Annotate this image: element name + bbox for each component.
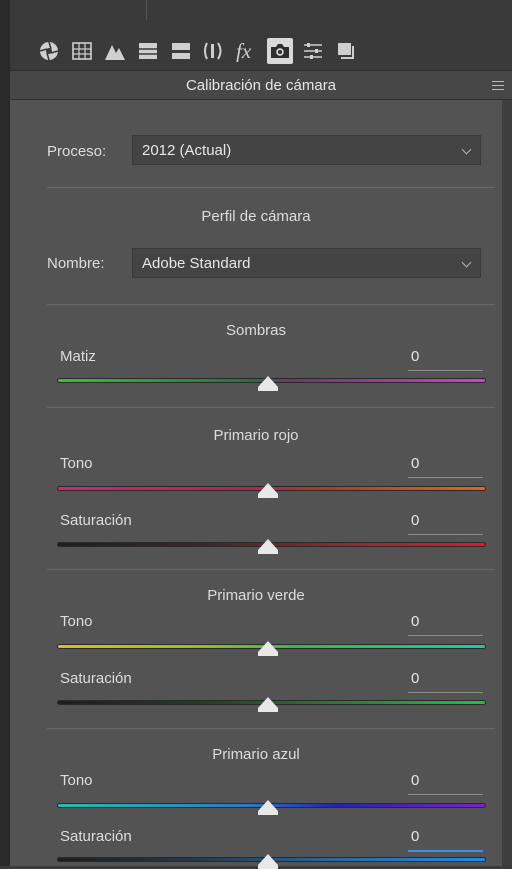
top-strip: [10, 0, 512, 32]
green-primary-title: Primario verde: [207, 587, 305, 604]
green-hue-label: Tono: [60, 613, 93, 630]
blue-hue-value[interactable]: 0: [408, 772, 483, 795]
presets-icon[interactable]: [300, 38, 326, 64]
hsl-icon[interactable]: [135, 38, 161, 64]
scrollbar[interactable]: [502, 100, 512, 866]
shadows-section-title: Sombras: [225, 322, 287, 339]
divider: [47, 304, 495, 305]
slider-thumb[interactable]: [258, 376, 278, 391]
divider: [47, 569, 495, 570]
divider: [146, 0, 147, 20]
value-text: 0: [411, 670, 420, 687]
divider: [47, 728, 495, 729]
chevron-down-icon: [461, 257, 472, 268]
blue-hue-label: Tono: [60, 772, 93, 789]
slider-thumb[interactable]: [258, 539, 278, 554]
calibration-panel: Proceso: 2012 (Actual) Perfil de cámara …: [10, 100, 502, 869]
snapshots-icon[interactable]: [333, 38, 359, 64]
slider-thumb[interactable]: [258, 800, 278, 815]
shadows-tint-value[interactable]: 0: [408, 348, 483, 371]
value-text: 0: [411, 772, 420, 789]
panel-menu-icon[interactable]: [492, 81, 504, 90]
chevron-down-icon: [461, 144, 472, 155]
profile-name-label: Nombre:: [47, 255, 105, 272]
lens-icon[interactable]: [201, 38, 227, 64]
green-hue-value[interactable]: 0: [408, 613, 483, 636]
slider-thumb[interactable]: [258, 483, 278, 498]
profile-value: Adobe Standard: [142, 255, 251, 272]
fx-icon[interactable]: fx: [234, 38, 260, 64]
green-saturation-value[interactable]: 0: [408, 670, 483, 693]
value-text: 0: [411, 455, 420, 472]
process-select[interactable]: 2012 (Actual): [132, 135, 481, 165]
profile-section-title: Perfil de cámara: [201, 208, 311, 225]
slider-thumb[interactable]: [258, 697, 278, 712]
camera-calibration-window: fx Calibración de cámara Proceso: 2012 (…: [0, 0, 512, 869]
red-hue-value[interactable]: 0: [408, 455, 483, 478]
profile-select[interactable]: Adobe Standard: [132, 248, 481, 278]
aperture-icon[interactable]: [36, 38, 62, 64]
left-edge: [0, 0, 10, 866]
red-primary-title: Primario rojo: [213, 427, 299, 444]
divider: [47, 187, 495, 188]
red-saturation-value[interactable]: 0: [408, 512, 483, 535]
process-label: Proceso:: [47, 143, 107, 160]
red-hue-label: Tono: [60, 455, 93, 472]
value-text: 0: [411, 828, 420, 845]
blue-primary-title: Primario azul: [212, 746, 300, 763]
red-saturation-label: Saturación: [60, 512, 132, 529]
panel-header: Calibración de cámara: [10, 70, 512, 100]
value-text: 0: [411, 512, 420, 529]
value-text: 0: [411, 348, 420, 365]
grid-icon[interactable]: [69, 38, 95, 64]
camera-icon[interactable]: [267, 38, 293, 64]
green-saturation-label: Saturación: [60, 670, 132, 687]
slider-thumb[interactable]: [258, 641, 278, 656]
panel-toolbar: fx: [10, 32, 512, 70]
divider: [47, 407, 495, 408]
slider-thumb[interactable]: [258, 854, 278, 869]
svg-text:fx: fx: [236, 40, 252, 62]
shadows-tint-label: Matiz: [60, 348, 96, 365]
panel-title: Calibración de cámara: [185, 77, 337, 94]
value-text: 0: [411, 613, 420, 630]
split-tone-icon[interactable]: [168, 38, 194, 64]
blue-saturation-label: Saturación: [60, 828, 132, 845]
mountain-icon[interactable]: [102, 38, 128, 64]
process-value: 2012 (Actual): [142, 142, 232, 159]
blue-saturation-value[interactable]: 0: [408, 828, 483, 852]
